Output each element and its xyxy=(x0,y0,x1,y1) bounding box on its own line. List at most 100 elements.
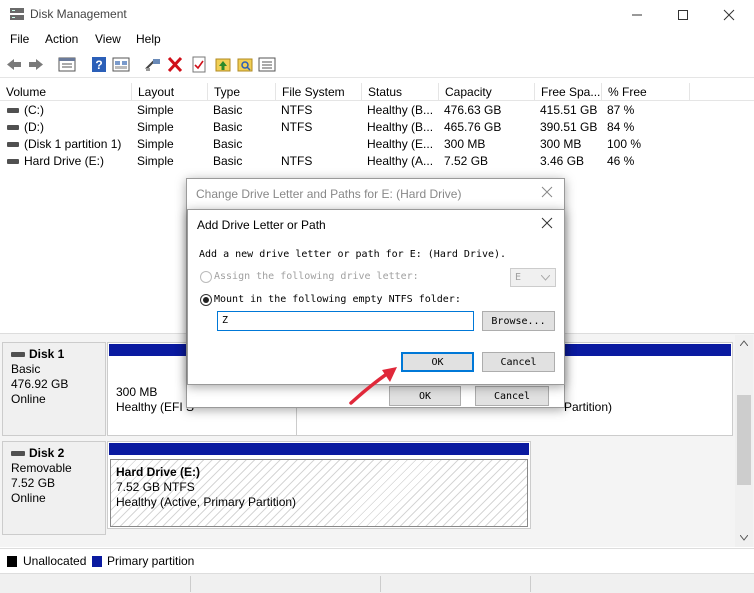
column-percent-free[interactable]: % Free xyxy=(602,83,690,101)
cell-type: Basic xyxy=(213,137,243,151)
menu-help[interactable]: Help xyxy=(136,32,161,46)
cell-file-system: NTFS xyxy=(281,103,313,117)
folder-path-input[interactable]: Z xyxy=(217,311,474,331)
maximize-icon xyxy=(678,10,688,21)
cell-layout: Simple xyxy=(137,154,174,168)
check-icon[interactable] xyxy=(190,56,208,73)
column-status[interactable]: Status xyxy=(362,83,439,101)
legend-primary: Primary partition xyxy=(107,554,195,568)
svg-text:?: ? xyxy=(95,58,102,72)
column-free-space[interactable]: Free Spa... xyxy=(535,83,602,101)
scroll-thumb[interactable] xyxy=(737,395,751,485)
cell-volume: (D:) xyxy=(24,120,44,134)
change-drive-letter-close-button[interactable] xyxy=(536,183,558,205)
add-drive-letter-dialog: Add Drive Letter or Path Add a new drive… xyxy=(187,209,565,385)
browse-button[interactable]: Browse... xyxy=(482,311,555,331)
disk1-label[interactable]: Disk 1 Basic 476.92 GB Online xyxy=(2,342,106,436)
delete-icon[interactable] xyxy=(166,56,184,73)
chevron-down-icon xyxy=(541,275,550,281)
assign-letter-radio[interactable] xyxy=(200,271,212,283)
close-icon xyxy=(541,217,553,229)
disk2-area: Hard Drive (E:) 7.52 GB NTFS Healthy (Ac… xyxy=(107,441,531,529)
folder-path-value: Z xyxy=(222,315,229,326)
table-row[interactable]: Hard Drive (E:) Simple Basic NTFS Health… xyxy=(0,153,754,170)
maximize-button[interactable] xyxy=(660,0,706,30)
menu-file[interactable]: File xyxy=(10,32,29,46)
legend-unallocated: Unallocated xyxy=(23,554,87,568)
drive-icon xyxy=(7,142,19,147)
disk-management-icon xyxy=(10,8,24,20)
column-layout[interactable]: Layout xyxy=(132,83,208,101)
scroll-up-icon[interactable] xyxy=(740,340,748,346)
disk2-partition-bar xyxy=(109,443,529,455)
drive-icon xyxy=(7,159,19,164)
scroll-down-icon[interactable] xyxy=(740,535,748,541)
column-volume[interactable]: Volume xyxy=(0,83,132,101)
column-capacity[interactable]: Capacity xyxy=(439,83,535,101)
title-bar: Disk Management xyxy=(0,0,754,30)
status-divider xyxy=(530,576,531,592)
column-type[interactable]: Type xyxy=(208,83,276,101)
folder-up-icon[interactable] xyxy=(214,56,232,73)
forward-arrow-icon[interactable] xyxy=(27,56,45,73)
menu-action[interactable]: Action xyxy=(45,32,78,46)
disk2-partition-status: Healthy (Active, Primary Partition) xyxy=(116,495,297,509)
dialog-instruction: Add a new drive letter or path for E: (H… xyxy=(199,249,507,260)
properties-icon[interactable] xyxy=(58,56,76,73)
unallocated-swatch xyxy=(7,556,17,567)
cell-type: Basic xyxy=(213,120,243,134)
table-row[interactable]: (Disk 1 partition 1) Simple Basic Health… xyxy=(0,136,754,153)
column-file-system[interactable]: File System xyxy=(276,83,362,101)
close-button[interactable] xyxy=(706,0,752,30)
window-title: Disk Management xyxy=(30,7,127,21)
disk1-kind: Basic xyxy=(11,362,41,376)
cell-layout: Simple xyxy=(137,103,174,117)
mount-folder-radio[interactable] xyxy=(200,294,212,306)
mount-folder-label: Mount in the following empty NTFS folder… xyxy=(214,294,461,305)
disk1-partition-main-status[interactable]: Partition) xyxy=(558,396,618,419)
menu-view[interactable]: View xyxy=(95,32,121,46)
cell-percent-free: 84 % xyxy=(607,120,635,134)
drive-letter-select[interactable]: E xyxy=(510,268,556,287)
cell-free-space: 390.51 GB xyxy=(540,120,598,134)
add-drive-letter-close-button[interactable] xyxy=(536,214,558,236)
connect-icon[interactable] xyxy=(144,56,162,73)
table-row[interactable]: (D:) Simple Basic NTFS Healthy (B... 465… xyxy=(0,119,754,136)
cell-percent-free: 100 % xyxy=(607,137,642,151)
cell-free-space: 3.46 GB xyxy=(540,154,585,168)
search-folder-icon[interactable] xyxy=(236,56,254,73)
list-icon[interactable] xyxy=(258,56,276,73)
disk2-kind: Removable xyxy=(11,461,72,475)
disk2-label[interactable]: Disk 2 Removable 7.52 GB Online xyxy=(2,441,106,535)
table-row[interactable]: (C:) Simple Basic NTFS Healthy (B... 476… xyxy=(0,102,754,119)
vertical-scrollbar[interactable] xyxy=(735,335,753,547)
primary-swatch xyxy=(92,556,102,567)
disk1-name: Disk 1 xyxy=(11,347,97,362)
cell-status: Healthy (B... xyxy=(367,120,434,134)
cell-capacity: 300 MB xyxy=(444,137,486,151)
cell-status: Healthy (E... xyxy=(367,137,434,151)
disk2-partition-size: 7.52 GB NTFS xyxy=(116,480,195,494)
help-icon[interactable]: ? xyxy=(90,56,108,73)
close-icon xyxy=(723,9,735,21)
cell-capacity: 465.76 GB xyxy=(444,120,502,134)
back-arrow-icon[interactable] xyxy=(5,56,23,73)
add-drive-letter-dialog-title: Add Drive Letter or Path xyxy=(197,218,326,232)
outer-cancel-button[interactable]: Cancel xyxy=(475,386,549,406)
disk2-partition-info[interactable]: Hard Drive (E:) 7.52 GB NTFS Healthy (Ac… xyxy=(110,461,302,514)
cell-percent-free: 87 % xyxy=(607,103,635,117)
disk1-size: 476.92 GB xyxy=(11,377,69,391)
inner-ok-button[interactable]: OK xyxy=(401,352,474,372)
minimize-button[interactable] xyxy=(614,0,660,30)
cell-file-system: NTFS xyxy=(281,154,313,168)
status-divider xyxy=(380,576,381,592)
cell-file-system: NTFS xyxy=(281,120,313,134)
toolbar: ? xyxy=(0,51,754,78)
disk2-name: Disk 2 xyxy=(11,446,97,461)
cell-free-space: 415.51 GB xyxy=(540,103,598,117)
cell-volume: (Disk 1 partition 1) xyxy=(24,137,122,151)
cell-free-space: 300 MB xyxy=(540,137,582,151)
disk2-state: Online xyxy=(11,491,46,505)
view-icon[interactable] xyxy=(112,56,130,73)
inner-cancel-button[interactable]: Cancel xyxy=(482,352,555,372)
